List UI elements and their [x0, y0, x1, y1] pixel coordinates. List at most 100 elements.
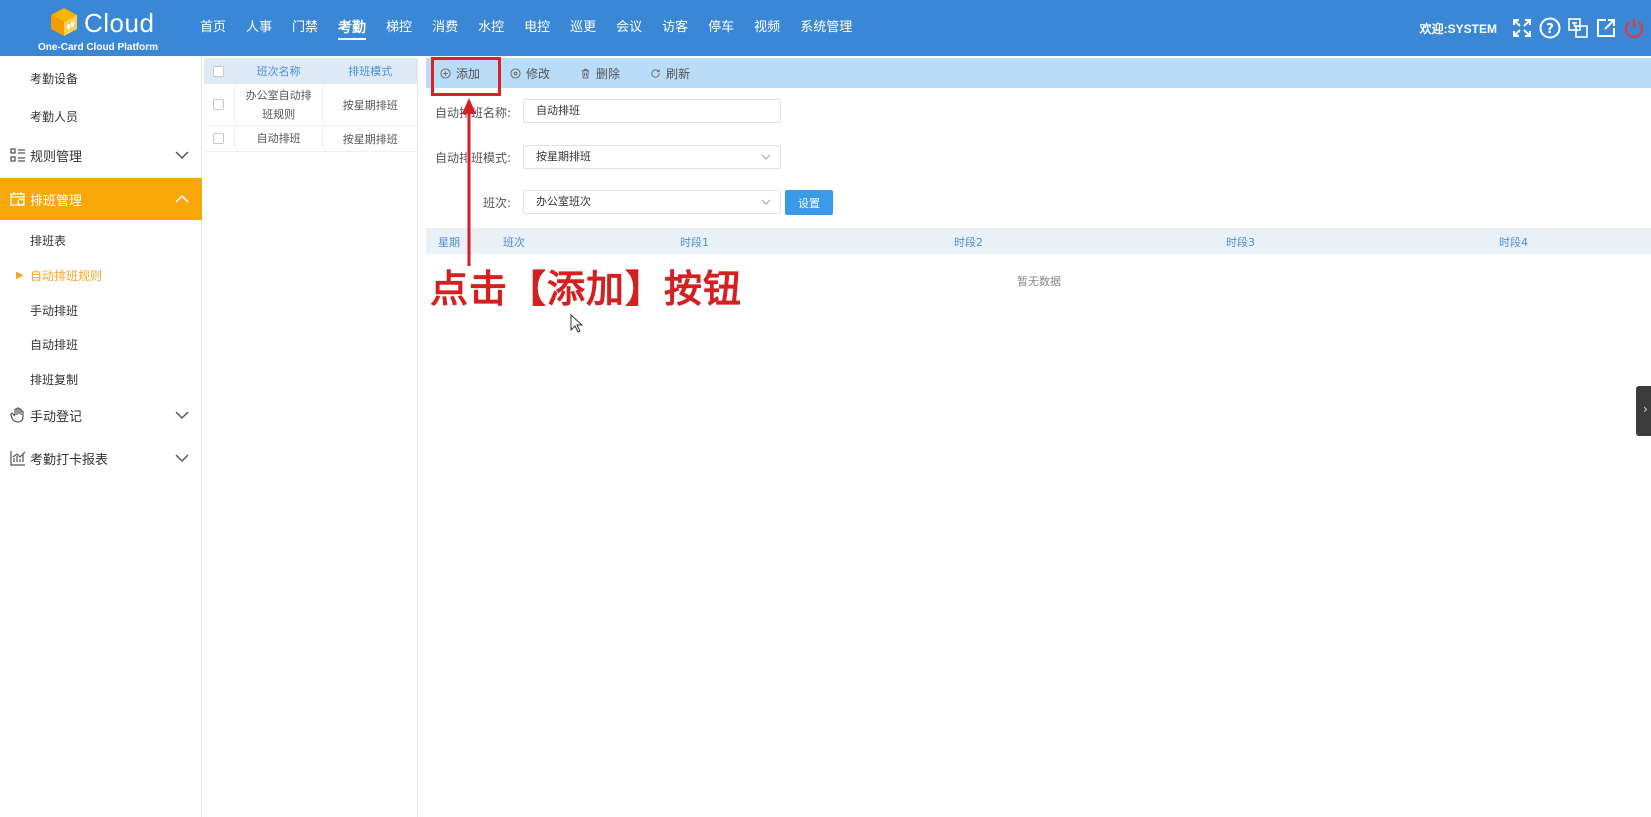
nav-item-home[interactable]: 首页 [200, 0, 226, 56]
nav-item-consumption[interactable]: 消费 [432, 0, 458, 56]
set-button[interactable]: 设置 [785, 190, 833, 215]
refresh-icon [651, 68, 660, 78]
sidebar-item-schedule-copy[interactable]: 排班复制 [0, 359, 202, 399]
fullscreen-icon[interactable] [1511, 17, 1533, 39]
nav-item-meeting[interactable]: 会议 [616, 0, 642, 56]
mode-select[interactable]: 按星期排班 [523, 145, 781, 169]
sidebar-item-label: 手动排班 [30, 303, 79, 318]
sidebar-item-label: 考勤人员 [30, 109, 79, 124]
chevron-right-icon: › [1643, 402, 1648, 416]
sidebar-item-label: 自动排班 [30, 337, 79, 352]
nav-item-power[interactable]: 电控 [524, 0, 550, 56]
svg-text:?: ? [1546, 22, 1554, 37]
column-header-period3[interactable]: 时段3 [1226, 234, 1255, 250]
current-marker-icon: ▶ [16, 269, 24, 281]
calendar-icon [10, 191, 26, 207]
chevron-down-icon [761, 154, 771, 160]
row-name: 自动排班 [233, 129, 324, 148]
sidebar-item-label: 考勤设备 [30, 71, 79, 86]
logo-subtitle: One-Card Cloud Platform [38, 42, 159, 53]
toolbar: 添加 修改 删除 刷新 [426, 58, 1651, 88]
chevron-down-icon [175, 411, 189, 420]
list-row[interactable]: 自动排班 按星期排班 [204, 126, 417, 152]
row-mode: 按星期排班 [342, 132, 398, 146]
welcome-user: 欢迎:SYSTEM [1419, 21, 1497, 36]
schedule-table-header: 星期 班次 时段1 时段2 时段3 时段4 [426, 228, 1651, 254]
row-checkbox[interactable] [213, 99, 225, 110]
refresh-button-label: 刷新 [666, 66, 691, 81]
sidebar-group-label: 手动登记 [30, 409, 83, 425]
nav-item-parking[interactable]: 停车 [708, 0, 734, 56]
mode-select-value: 按星期排班 [536, 150, 591, 163]
nav-item-system[interactable]: 系统管理 [800, 0, 852, 56]
nav-item-visitor[interactable]: 访客 [662, 0, 688, 56]
external-link-icon[interactable] [1595, 17, 1617, 39]
list-row[interactable]: 办公室自动排班规则 按星期排班 [204, 83, 417, 126]
edit-circle-icon [510, 67, 521, 79]
name-input[interactable]: 自动排班 [523, 99, 781, 123]
top-nav: 首页 人事 门禁 考勤 梯控 消费 水控 电控 巡更 会议 访客 停车 视频 系… [200, 0, 872, 56]
nav-item-water[interactable]: 水控 [478, 0, 504, 56]
chevron-up-icon [175, 194, 189, 203]
delete-button-label: 删除 [596, 66, 621, 81]
sidebar-item-auto-rule[interactable]: ▶ 自动排班规则 [0, 255, 202, 295]
annotation-highlight-box [431, 57, 501, 96]
logo-text: Cloud [84, 8, 155, 38]
annotation-arrow-icon [462, 98, 476, 266]
sidebar: 考勤设备 考勤人员 规则管理 排班管理 排班表 ▶ 自动排班规则 手动排班 自动… [0, 56, 202, 817]
chart-icon [10, 450, 26, 466]
delete-button[interactable]: 删除 [580, 65, 620, 82]
column-header-period4[interactable]: 时段4 [1499, 234, 1528, 250]
sidebar-group-report[interactable]: 考勤打卡报表 [0, 438, 202, 478]
refresh-button[interactable]: 刷新 [650, 65, 690, 82]
column-header-period1[interactable]: 时段1 [680, 234, 709, 250]
list-header: 班次名称 排班模式 [204, 58, 417, 84]
column-header-name[interactable]: 班次名称 [234, 63, 324, 79]
trash-icon [581, 68, 590, 79]
nav-item-video[interactable]: 视频 [754, 0, 780, 56]
rule-list-panel: 班次名称 排班模式 办公室自动排班规则 按星期排班 自动排班 按星期排班 [204, 58, 418, 817]
row-name: 办公室自动排班规则 [233, 83, 324, 126]
logo-cube-icon [51, 8, 77, 36]
top-header: Cloud One-Card Cloud Platform 首页 人事 门禁 考… [0, 0, 1651, 56]
sidebar-group-manual-register[interactable]: 手动登记 [0, 395, 202, 435]
chevron-down-icon [175, 454, 189, 463]
nav-item-access[interactable]: 门禁 [292, 0, 318, 56]
nav-item-hr[interactable]: 人事 [246, 0, 272, 56]
mouse-cursor-icon [570, 314, 584, 333]
annotation-text: 点击【添加】按钮 [430, 267, 743, 311]
name-input-value: 自动排班 [536, 104, 580, 117]
chevron-down-icon [175, 151, 189, 160]
sidebar-item-label: 排班复制 [30, 372, 79, 387]
select-all-checkbox[interactable] [213, 65, 225, 77]
nav-item-patrol[interactable]: 巡更 [570, 0, 596, 56]
logo: Cloud One-Card Cloud Platform [36, 4, 176, 54]
column-header-mode[interactable]: 排班模式 [323, 63, 417, 79]
nav-item-elevator[interactable]: 梯控 [386, 0, 412, 56]
language-icon[interactable] [1567, 17, 1589, 39]
hand-icon [10, 407, 26, 423]
empty-table-message: 暂无数据 [1017, 275, 1061, 288]
row-checkbox[interactable] [213, 133, 225, 144]
edit-button-label: 修改 [526, 66, 551, 81]
sidebar-item-personnel[interactable]: 考勤人员 [0, 96, 202, 136]
sidebar-group-rules[interactable]: 规则管理 [0, 135, 202, 175]
column-header-shift[interactable]: 班次 [503, 234, 525, 250]
column-header-period2[interactable]: 时段2 [954, 234, 983, 250]
row-mode: 按星期排班 [342, 98, 398, 112]
shift-select[interactable]: 办公室班次 [523, 190, 781, 214]
sidebar-group-label: 规则管理 [30, 149, 83, 165]
power-icon[interactable] [1623, 17, 1645, 39]
right-panel-toggle[interactable]: › [1636, 386, 1651, 436]
sidebar-item-schedule-table[interactable]: 排班表 [0, 220, 202, 260]
sidebar-group-schedule[interactable]: 排班管理 [0, 178, 202, 220]
help-icon[interactable]: ? [1539, 17, 1561, 39]
sidebar-item-label: 自动排班规则 [30, 268, 103, 283]
list-icon [10, 147, 26, 163]
nav-item-attendance[interactable]: 考勤 [338, 0, 367, 56]
edit-button[interactable]: 修改 [510, 65, 550, 82]
sidebar-group-label: 考勤打卡报表 [30, 452, 109, 468]
chevron-down-icon [761, 199, 771, 205]
sidebar-item-auto-schedule[interactable]: 自动排班 [0, 324, 202, 364]
sidebar-item-devices[interactable]: 考勤设备 [0, 58, 202, 98]
